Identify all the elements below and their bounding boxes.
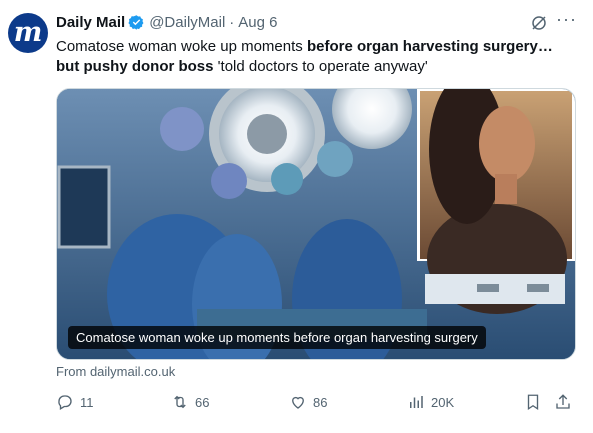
views-count: 20K (431, 394, 455, 410)
repost-count: 66 (195, 394, 210, 410)
link-source[interactable]: From dailymail.co.uk (56, 364, 175, 379)
tweet-header: Daily Mail @DailyMail · Aug 6 (56, 14, 277, 31)
reply-button[interactable]: 11 (56, 393, 94, 411)
media-caption: Comatose woman woke up moments before or… (68, 326, 486, 349)
more-icon[interactable]: ··· (556, 9, 577, 30)
display-name[interactable]: Daily Mail (56, 14, 125, 31)
action-bar: 11 66 86 20K (0, 393, 593, 413)
grok-icon[interactable] (530, 14, 548, 32)
bookmark-button[interactable] (524, 393, 548, 411)
handle[interactable]: @DailyMail (149, 14, 225, 31)
share-button[interactable] (554, 393, 578, 411)
media-card[interactable] (56, 88, 576, 360)
like-icon (292, 396, 304, 409)
avatar-letter: m (13, 16, 43, 48)
media-image (57, 89, 575, 359)
tweet-text: Comatose woman woke up moments before or… (56, 37, 576, 77)
tweet-text-part: 'told doctors to operate anyway' (213, 58, 428, 75)
like-button[interactable]: 86 (289, 393, 327, 411)
reply-count: 11 (80, 394, 94, 410)
repost-icon (174, 395, 186, 409)
views-button[interactable]: 20K (407, 393, 454, 411)
like-count: 86 (313, 394, 328, 410)
avatar[interactable]: m (8, 13, 48, 53)
bookmark-icon (527, 394, 539, 411)
separator: · (229, 14, 235, 31)
tweet-text-part: Comatose woman woke up moments (56, 38, 307, 55)
post-date[interactable]: Aug 6 (238, 14, 277, 31)
repost-button[interactable]: 66 (171, 393, 209, 411)
reply-icon (58, 395, 72, 410)
share-icon (556, 394, 570, 409)
verified-badge-icon (128, 15, 144, 30)
views-icon (410, 396, 423, 408)
